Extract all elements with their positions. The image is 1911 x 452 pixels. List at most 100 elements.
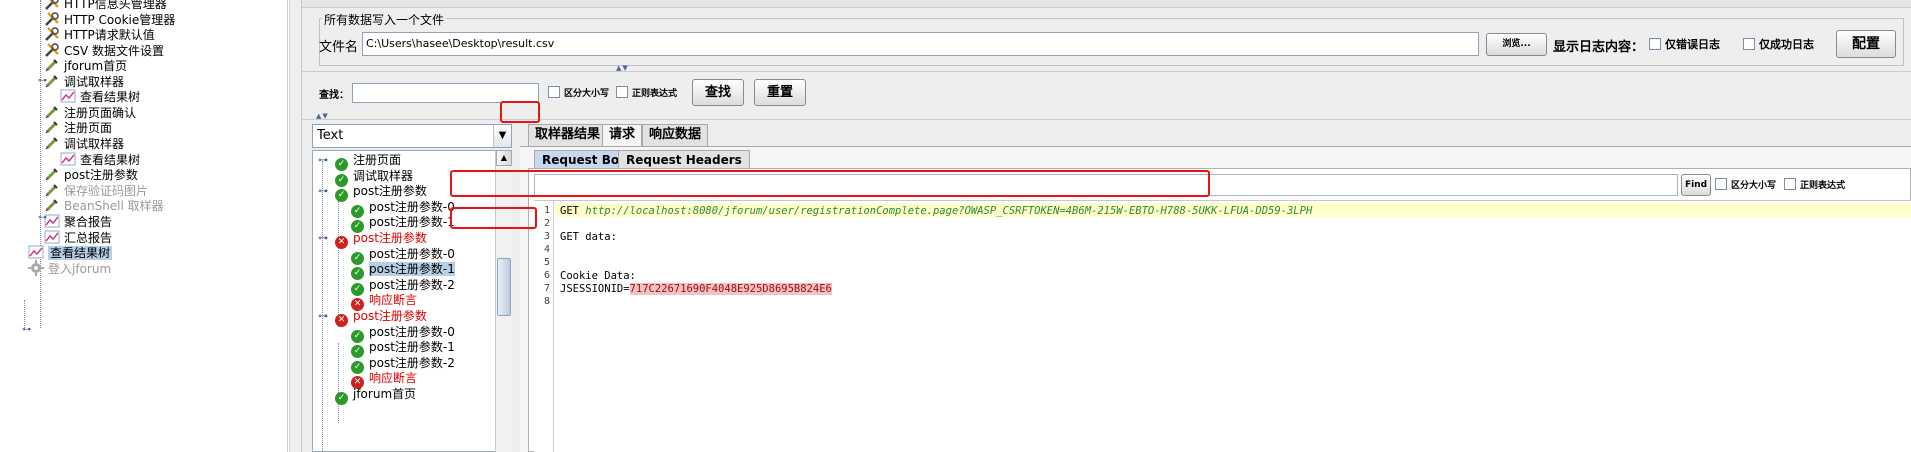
tree-expander-icon[interactable]: ⊶ [318,152,328,169]
tree-expander-icon[interactable]: ⊶ [318,308,328,325]
tab-response-data[interactable]: 响应数据 [642,124,709,146]
filename-input[interactable]: C:\Users\hasee\Desktop\result.csv [362,32,1479,56]
scroll-up-icon[interactable]: ▲ [496,150,512,166]
error-shield-icon: ✕ [335,314,348,327]
tree-item-label: 查看结果树 [80,90,141,104]
pipette-icon [44,135,60,151]
search-regex-checkbox[interactable]: 正则表达式 [616,86,677,99]
tree-expander-icon[interactable]: ⊶ [38,77,47,86]
pipette-icon [44,197,60,213]
result-tree-item[interactable]: ✓ post注册参数-1 [351,261,455,280]
file-legend: 所有数据写入一个文件 [322,11,447,28]
body-regex-checkbox[interactable]: 正则表达式 [1784,178,1845,191]
tree-item[interactable]: 登入jforum [28,260,111,278]
tree-expander-icon[interactable]: ⊶ [38,214,47,223]
pipette-icon [44,182,60,198]
success-shield-icon: ✓ [335,392,348,405]
result-tree-item-label: post注册参数-0 [369,325,455,339]
tree-expander-icon[interactable]: ⊶ [318,230,328,247]
wrench-icon [44,0,60,11]
success-only-label: 仅成功日志 [1759,38,1814,51]
tree-expander-icon[interactable]: ⊶ [318,183,328,200]
pipette-icon [44,166,60,182]
session-id-value: 717C22671690F4048E925D8695B824E6 [629,283,832,295]
result-tree-item-label: jforum首页 [353,387,417,401]
line-number: 8 [543,296,550,307]
tab-sampler-result[interactable]: 取样器结果 [528,124,608,146]
checkbox-icon [548,86,560,98]
result-tree-item[interactable]: ✕ 响应断言 [351,370,417,389]
pipette-icon [44,104,60,120]
wrench-icon [44,26,60,42]
configure-button[interactable]: 配置 [1836,30,1896,58]
chevron-down-icon[interactable]: ▼ [493,125,511,147]
result-tree-item[interactable]: ✓ jforum首页 [335,386,417,405]
success-shield-icon: ✓ [335,189,348,202]
body-case-checkbox[interactable]: 区分大小写 [1715,178,1776,191]
result-tree-item[interactable]: ✕ 响应断言 [351,292,417,311]
tree-item-label: HTTP信息头管理器 [64,0,167,11]
result-tree-item[interactable]: ✓ post注册参数-1 [351,339,455,358]
search-case-label: 区分大小写 [564,89,610,99]
line-number: 1 [543,205,550,216]
log-content-label: 显示日志内容： [1553,40,1645,55]
wrench-icon [44,11,60,27]
tree-guide-line [40,0,41,328]
result-tree-item[interactable]: ⊶ ✓ 注册页面 [318,152,402,171]
listener-panel: 所有数据写入一个文件 文件名 C:\Users\hasee\Desktop\re… [302,0,1911,452]
annotation-box-request-tab [500,101,540,123]
code-line: JSESSIONID=717C22671690F4048E925D8695B82… [560,283,832,295]
body-find-button[interactable]: Find [1681,174,1711,196]
line-number: 5 [543,257,550,268]
search-input[interactable] [352,83,539,103]
pipette-icon [44,119,60,135]
tree-guide-line [338,343,339,423]
result-tree-item[interactable]: ⊶ ✕ post注册参数 [318,308,427,327]
request-url: http://localhost:8080/jforum/user/regist… [585,205,1313,217]
reset-button[interactable]: 重置 [754,79,806,106]
pipette-icon [44,57,60,73]
tree-item-label: BeanShell 取样器 [64,199,164,213]
tree-item-label: 注册页面确认 [64,106,137,120]
renderer-selected: Text [317,128,344,143]
errors-only-label: 仅错误日志 [1665,38,1720,51]
graph-icon [60,151,76,167]
search-case-checkbox[interactable]: 区分大小写 [548,86,609,99]
cookie-name: JSESSIONID= [560,283,630,295]
wrench-icon [44,42,60,58]
checkbox-icon [1715,178,1727,190]
find-button[interactable]: 查找 [692,79,744,106]
tab-request[interactable]: 请求 [602,124,643,146]
result-tree-item-label: post注册参数 [353,309,427,323]
tree-item-label: 保存验证码图片 [64,184,149,198]
tree-item-label: HTTP Cookie管理器 [64,13,176,27]
request-body-editor[interactable]: 1 2 3 4 5 6 7 8 GET http://localhost:8080/jforu… [534,200,1911,452]
result-tree-item[interactable]: ⊶ ✓ post注册参数 [318,183,427,202]
renderer-select[interactable]: Text ▼ [312,124,512,148]
code-line: GET data: [560,231,617,243]
result-tree-item[interactable]: ⊶ ✕ post注册参数 [318,230,427,249]
browse-button[interactable]: 浏览... [1486,33,1547,56]
result-tree-item-label: post注册参数 [353,184,427,198]
result-tree-item-label: 注册页面 [353,153,402,167]
result-tree-item-label: 调试取样器 [353,169,414,183]
annotation-box-request-url [450,170,1210,197]
result-tree-item-label: post注册参数 [353,231,427,245]
scroll-thumb[interactable] [497,258,511,316]
test-plan-tree: HTTP信息头管理器 HTTP Cookie管理器 HTTP请求默认值 CSV 数据文… [0,0,288,452]
subtab-request-headers[interactable]: Request Headers [618,150,750,170]
search-label: 查找： [319,90,349,101]
errors-only-checkbox[interactable]: 仅错误日志 [1649,36,1720,52]
checkbox-icon [1649,38,1661,50]
code-line: Cookie Data: [560,270,636,282]
header-strip [302,0,1911,8]
tree-expander-icon[interactable]: ⊶ [22,326,31,335]
vertical-splitter[interactable] [289,0,302,452]
http-method: GET [560,205,586,217]
tree-item-label: 聚合报告 [64,215,113,229]
result-tree-item[interactable]: ✓ post注册参数-1 [351,214,455,233]
search-regex-label: 正则表达式 [632,89,678,99]
tree-item-label: jforum首页 [64,59,128,73]
line-number-gutter: 1 2 3 4 5 6 7 8 [534,201,554,452]
success-only-checkbox[interactable]: 仅成功日志 [1743,36,1814,52]
